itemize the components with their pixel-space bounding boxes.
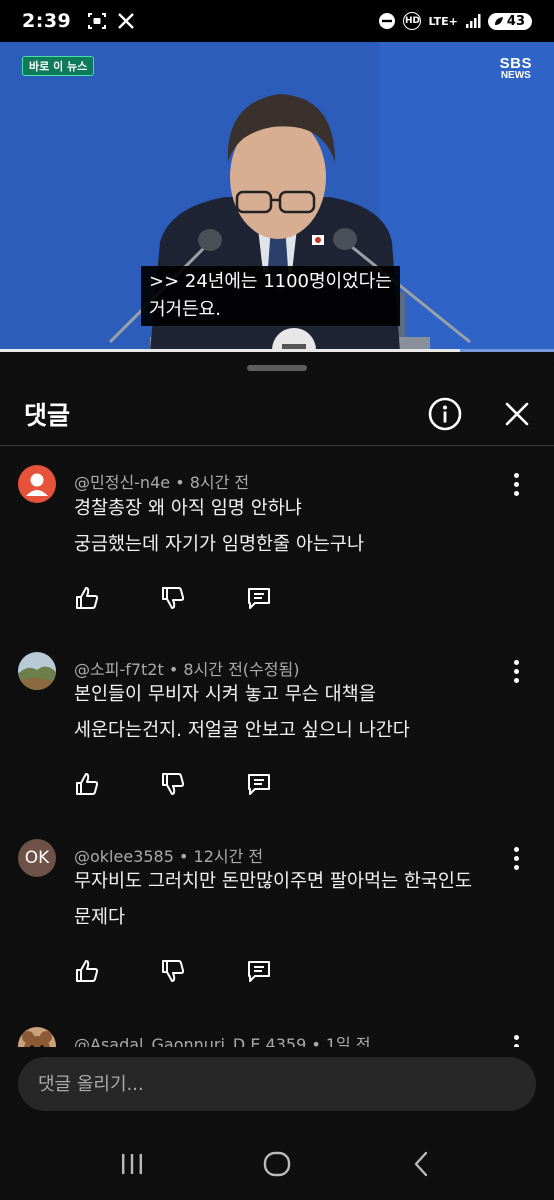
reply-comment-icon bbox=[248, 961, 270, 982]
avatar[interactable]: OK bbox=[18, 839, 56, 877]
back-button[interactable] bbox=[408, 1150, 436, 1178]
header-actions bbox=[428, 397, 530, 431]
system-nav-bar bbox=[0, 1128, 554, 1200]
live-program-tag: 바로 이 뉴스 bbox=[22, 56, 95, 76]
add-comment-input[interactable] bbox=[38, 1073, 516, 1095]
battery-indicator: 43 bbox=[487, 12, 532, 30]
comment-composer[interactable] bbox=[18, 1057, 536, 1111]
comment-time: • 1일 전 bbox=[311, 1035, 371, 1047]
screenshot-icon bbox=[88, 13, 107, 29]
subtitle-line: 거거든요. bbox=[149, 299, 221, 320]
like-button[interactable] bbox=[74, 958, 100, 984]
info-button[interactable] bbox=[428, 397, 462, 431]
comment-more-button[interactable] bbox=[506, 656, 526, 686]
comment-line: 본인들이 무비자 시켜 놓고 무슨 대책을 bbox=[74, 684, 376, 705]
thumbs-down-icon bbox=[162, 960, 185, 982]
comment-item: @민정신-n4e • 8시간 전 경찰총장 왜 아직 임명 안하냐 궁금했는데 … bbox=[0, 447, 554, 622]
comment-item: @Asadal_Gaonnuri_D.E.4359 • 1일 전 bbox=[0, 1017, 554, 1047]
comment-body: 경찰총장 왜 아직 임명 안하냐 궁금했는데 자기가 임명한줄 아는구나 bbox=[74, 491, 514, 563]
dislike-button[interactable] bbox=[160, 585, 186, 611]
comment-author[interactable]: @Asadal_Gaonnuri_D.E.4359 bbox=[74, 1035, 306, 1047]
reply-comment-icon bbox=[248, 588, 270, 609]
dislike-button[interactable] bbox=[160, 958, 186, 984]
battery-level: 43 bbox=[506, 13, 525, 29]
close-icon bbox=[505, 402, 529, 426]
notification-icons bbox=[87, 11, 135, 31]
comment-time: • 8시간 전 bbox=[175, 473, 250, 492]
comment-line: 무자비도 그러치만 돈만많이주면 팔아먹는 한국인도 bbox=[74, 871, 472, 892]
thumbs-up-icon bbox=[76, 773, 99, 795]
video-player[interactable]: 바로 이 뉴스 SBS NEWS >> 24년에는 1100명이었다는 거거든요… bbox=[0, 42, 554, 352]
comment-more-button[interactable] bbox=[506, 1031, 526, 1047]
thumbs-down-icon bbox=[162, 587, 185, 609]
bear-avatar bbox=[18, 1027, 56, 1047]
reply-button[interactable] bbox=[246, 771, 272, 797]
profile-photo-avatar bbox=[18, 652, 56, 690]
home-button[interactable] bbox=[262, 1149, 292, 1179]
comment-item: @소피-f7t2t • 8시간 전(수정됨) 본인들이 무비자 시켜 놓고 무슨… bbox=[0, 635, 554, 810]
comment-actions bbox=[74, 771, 272, 797]
system-icons: HD LTE+ 43 bbox=[378, 12, 532, 30]
comments-list[interactable]: @민정신-n4e • 8시간 전 경찰총장 왜 아직 임명 안하냐 궁금했는데 … bbox=[0, 447, 554, 1047]
info-icon bbox=[428, 397, 462, 431]
reply-button[interactable] bbox=[246, 958, 272, 984]
comments-sheet: 댓글 @민정신-n4e • 8시간 전 경찰총장 왜 아직 임명 안하냐 궁금했… bbox=[0, 352, 554, 1200]
status-time: 2:39 bbox=[22, 10, 72, 32]
network-type: LTE+ bbox=[428, 14, 458, 28]
avatar-initials: OK bbox=[24, 848, 50, 868]
thumbs-down-icon bbox=[162, 773, 185, 795]
default-avatar-icon bbox=[26, 473, 48, 496]
comment-actions bbox=[74, 585, 272, 611]
comment-item: OK @oklee3585 • 12시간 전 무자비도 그러치만 돈만많이주면 … bbox=[0, 822, 554, 997]
hd-voice-icon: HD bbox=[403, 12, 422, 30]
status-bar: 2:39 HD LTE+ 43 bbox=[0, 0, 554, 42]
reply-button[interactable] bbox=[246, 585, 272, 611]
comment-line: 궁금했는데 자기가 임명한줄 아는구나 bbox=[74, 534, 364, 555]
like-button[interactable] bbox=[74, 771, 100, 797]
avatar[interactable] bbox=[18, 465, 56, 503]
video-subtitle: >> 24년에는 1100명이었다는 거거든요. bbox=[141, 266, 400, 326]
avatar[interactable] bbox=[18, 1027, 56, 1047]
reply-comment-icon bbox=[248, 774, 270, 795]
comment-more-button[interactable] bbox=[506, 843, 526, 873]
recent-apps-icon bbox=[122, 1154, 142, 1174]
comment-line: 경찰총장 왜 아직 임명 안하냐 bbox=[74, 498, 302, 519]
comment-more-button[interactable] bbox=[506, 469, 526, 499]
signal-icon bbox=[465, 14, 481, 28]
back-icon bbox=[414, 1151, 428, 1177]
header-divider bbox=[0, 445, 554, 446]
recent-apps-button[interactable] bbox=[118, 1150, 146, 1178]
comment-line: 세운다는건지. 저얼굴 안보고 싶으니 나간다 bbox=[74, 720, 410, 741]
x-app-icon bbox=[118, 13, 135, 29]
do-not-disturb-icon bbox=[379, 13, 396, 29]
dislike-button[interactable] bbox=[160, 771, 186, 797]
like-button[interactable] bbox=[74, 585, 100, 611]
thumbs-up-icon bbox=[76, 587, 99, 609]
comment-body: 본인들이 무비자 시켜 놓고 무슨 대책을 세운다는건지. 저얼굴 안보고 싶으… bbox=[74, 677, 514, 749]
comment-meta: @Asadal_Gaonnuri_D.E.4359 • 1일 전 bbox=[74, 1031, 371, 1047]
close-button[interactable] bbox=[504, 401, 530, 427]
comment-actions bbox=[74, 958, 272, 984]
home-icon bbox=[263, 1151, 291, 1177]
channel-logo: SBS NEWS bbox=[499, 55, 532, 81]
comments-title: 댓글 bbox=[24, 401, 71, 430]
thumbs-up-icon bbox=[76, 960, 99, 982]
battery-saver-icon bbox=[494, 16, 503, 25]
comment-line: 문제다 bbox=[74, 907, 126, 928]
comment-author[interactable]: @민정신-n4e bbox=[74, 473, 170, 492]
comment-meta: @민정신-n4e • 8시간 전 bbox=[74, 469, 249, 493]
comment-body: 무자비도 그러치만 돈만많이주면 팔아먹는 한국인도 문제다 bbox=[74, 864, 514, 936]
comments-header: 댓글 bbox=[0, 384, 554, 444]
subtitle-line: >> 24년에는 1100명이었다는 bbox=[149, 271, 392, 292]
drag-handle[interactable] bbox=[247, 365, 307, 371]
avatar[interactable] bbox=[18, 652, 56, 690]
